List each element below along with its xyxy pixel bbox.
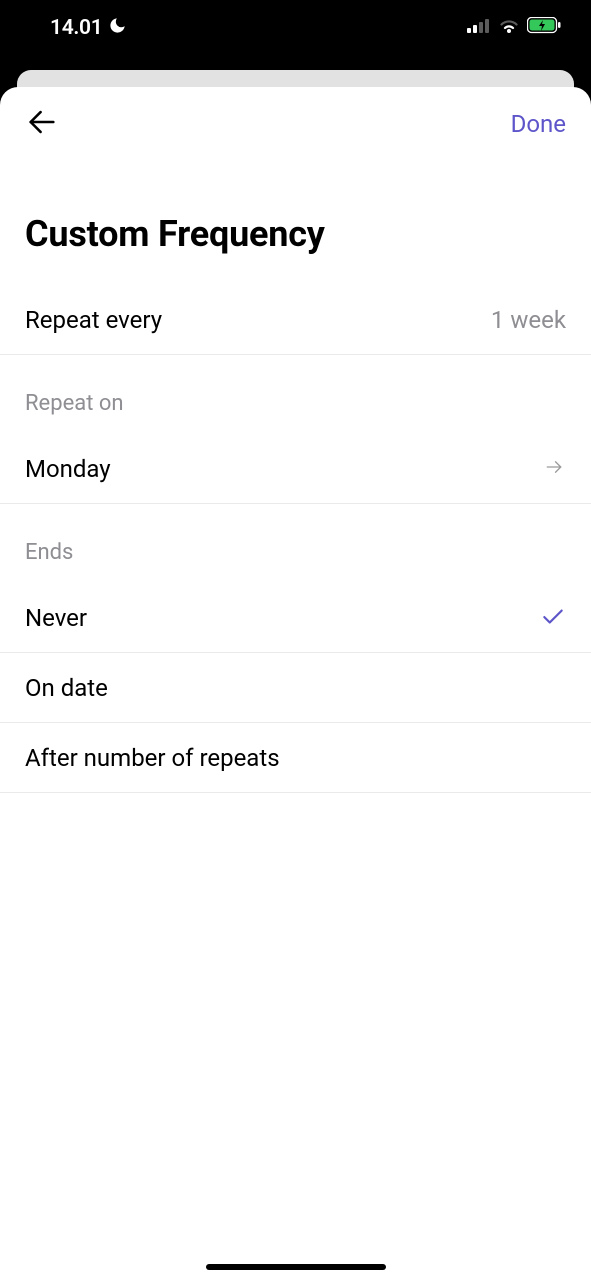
repeat-every-row[interactable]: Repeat every 1 week: [0, 285, 591, 355]
battery-icon: [527, 17, 561, 38]
ends-option-on-date[interactable]: On date: [0, 653, 591, 723]
back-button[interactable]: [25, 105, 59, 143]
cellular-signal-icon: [467, 18, 491, 37]
ends-option-label: On date: [25, 674, 108, 702]
ends-option-label: After number of repeats: [25, 744, 280, 772]
ends-option-never[interactable]: Never: [0, 583, 591, 653]
repeat-on-value: Monday: [25, 455, 111, 483]
status-time: 14.01: [50, 16, 102, 40]
status-bar: 14.01: [0, 0, 591, 55]
done-button[interactable]: Done: [511, 110, 566, 138]
status-right: [467, 17, 561, 38]
modal-sheet: Done Custom Frequency Repeat every 1 wee…: [0, 87, 591, 1280]
repeat-on-header: Repeat on: [0, 355, 591, 434]
status-left: 14.01: [50, 16, 127, 40]
nav-bar: Done: [0, 87, 591, 161]
wifi-icon: [498, 18, 520, 38]
repeat-every-label: Repeat every: [25, 306, 162, 334]
repeat-every-value: 1 week: [491, 306, 566, 334]
page-title: Custom Frequency: [0, 161, 591, 285]
chevron-right-icon: [542, 458, 566, 480]
moon-icon: [108, 16, 127, 39]
ends-header: Ends: [0, 504, 591, 583]
repeat-on-row[interactable]: Monday: [0, 434, 591, 504]
checkmark-icon: [540, 603, 566, 633]
ends-option-label: Never: [25, 604, 87, 632]
home-indicator[interactable]: [206, 1264, 386, 1270]
ends-option-after-repeats[interactable]: After number of repeats: [0, 723, 591, 793]
